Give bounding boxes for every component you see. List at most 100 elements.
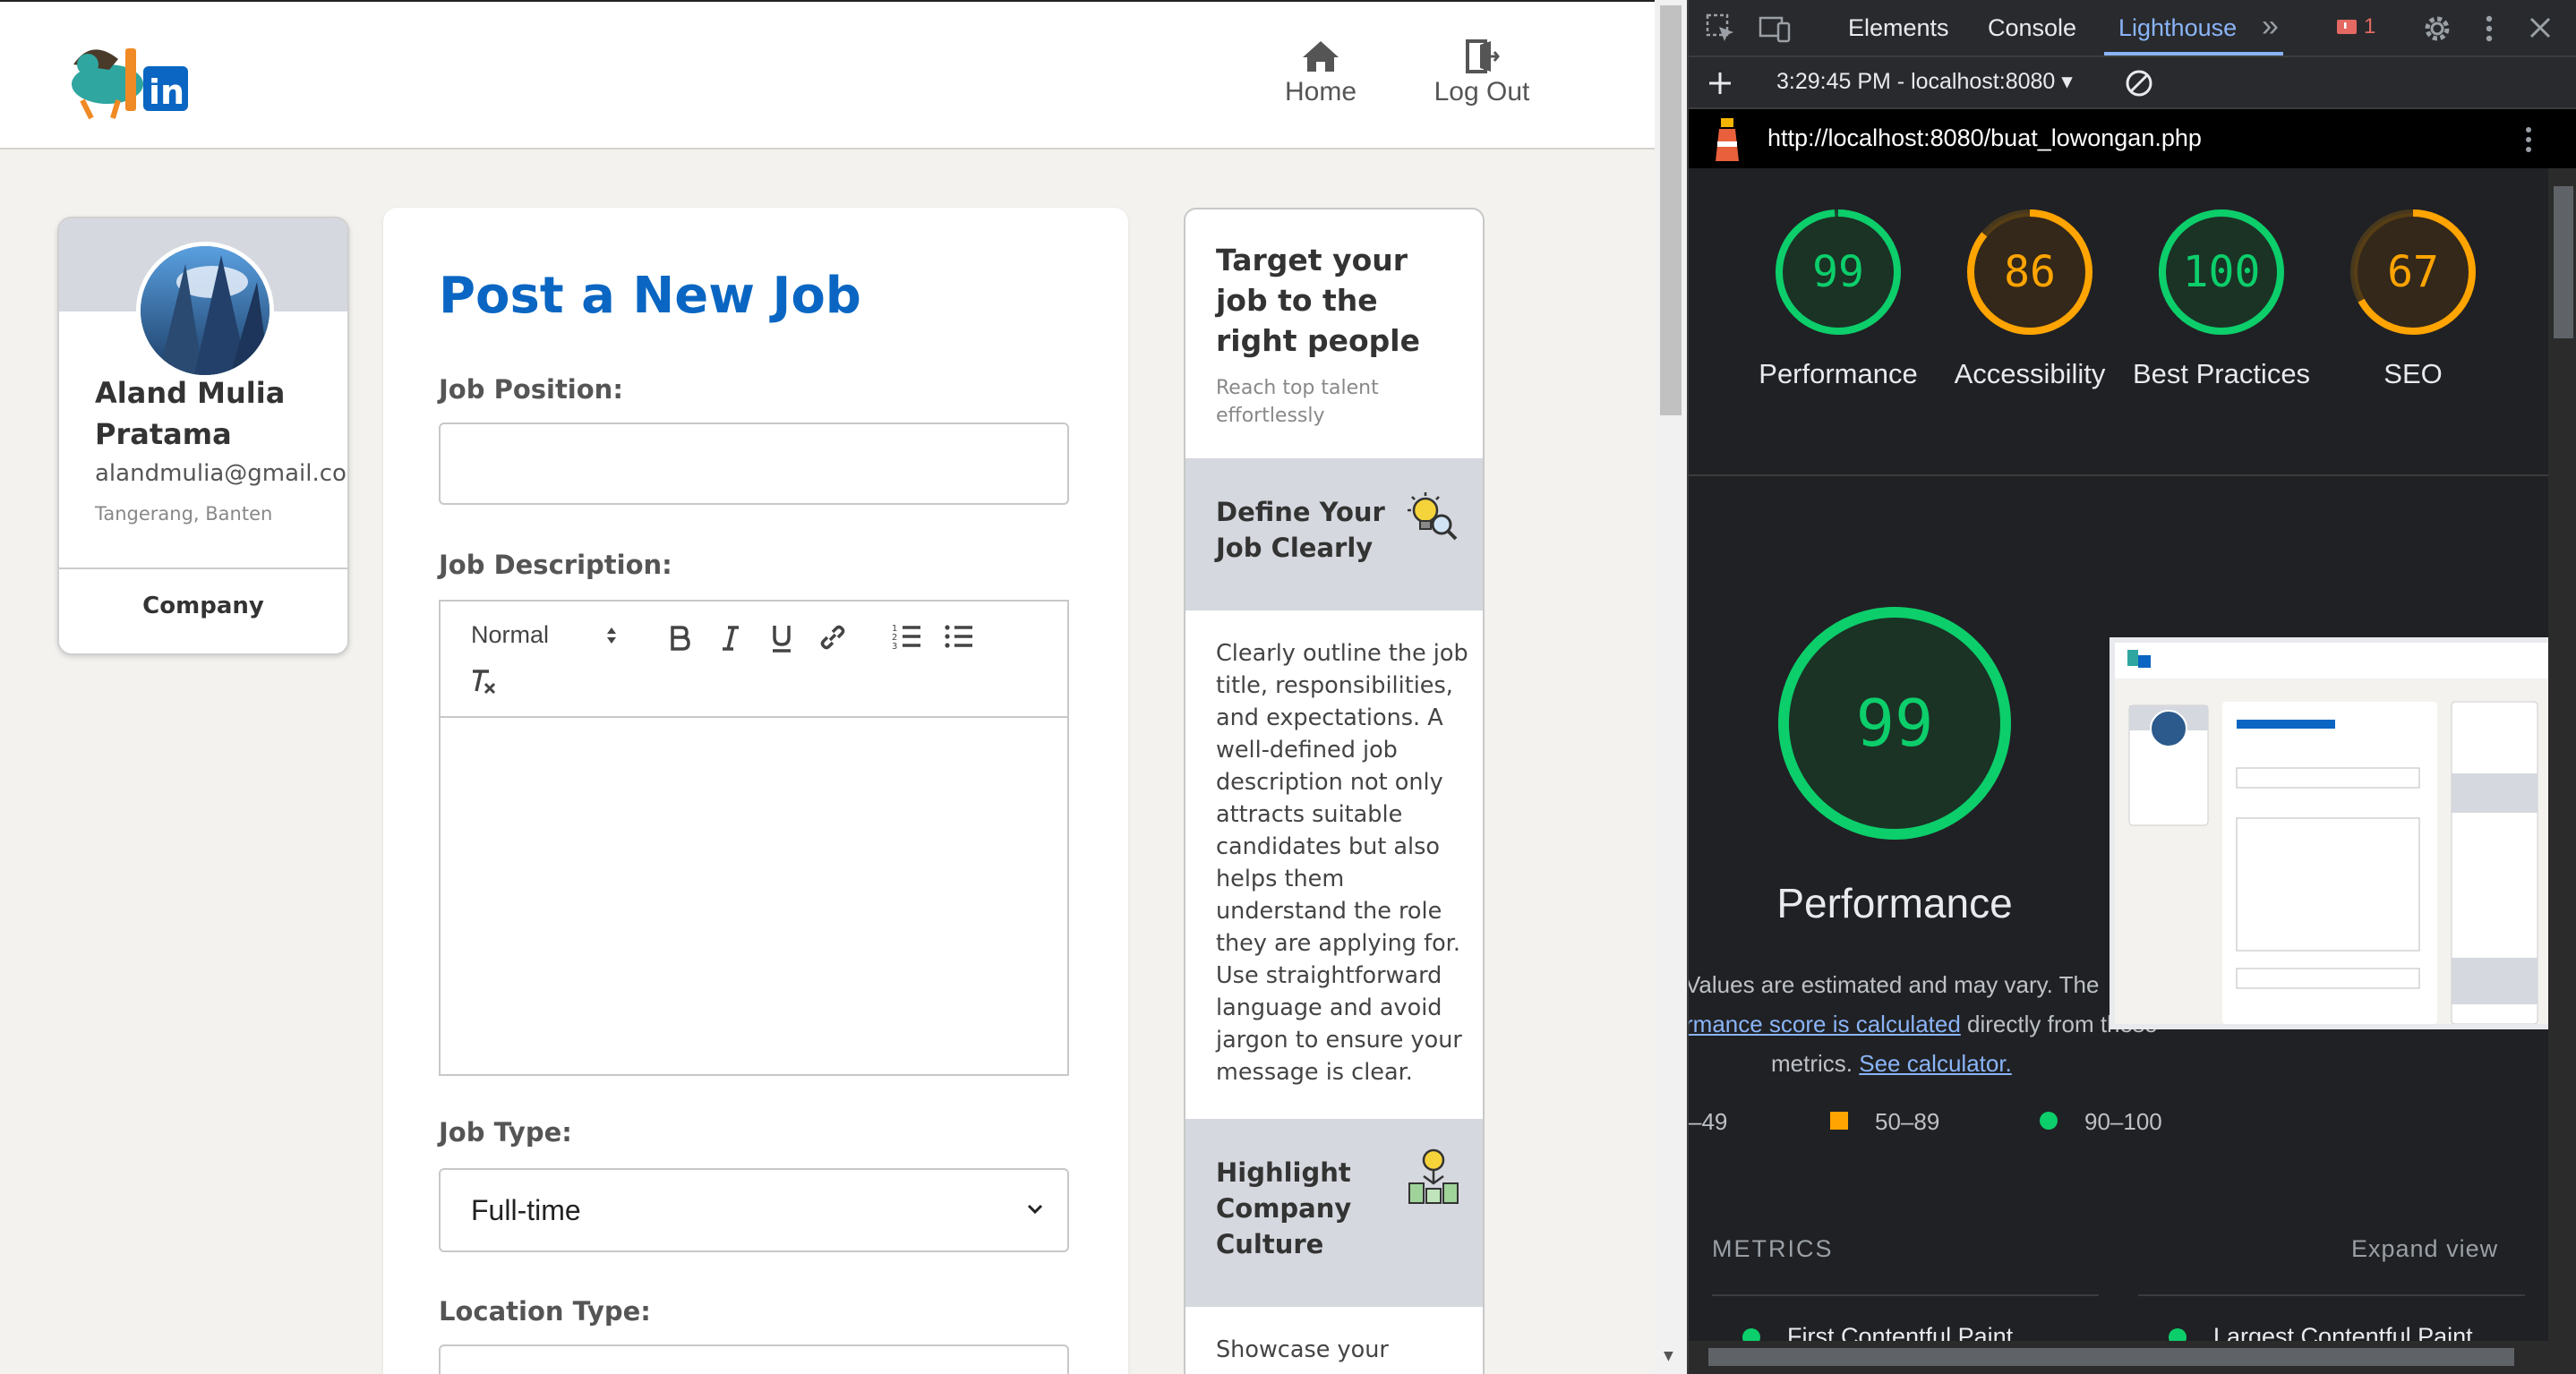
performance-gauge-large: 99 [1775,603,2015,843]
score-label: SEO [2383,358,2443,389]
post-job-form: Post a New Job Job Position: Job Descrip… [383,208,1128,1374]
lighthouse-toolbar: 3:29:45 PM - localhost:8080 ▾ [1689,57,2576,109]
profile-email: alandmulia@gmail.com [95,460,349,487]
inspect-element-icon[interactable] [1705,13,1737,45]
kebab-menu-icon[interactable] [2484,13,2495,45]
score-legend: –49 50–89 90–100 [1689,1108,2495,1144]
device-toggle-icon[interactable] [1759,13,1793,45]
logo-icon[interactable]: in [56,29,199,122]
tab-lighthouse[interactable]: Lighthouse [2118,14,2237,42]
performance-title: Performance [1776,880,2013,926]
avatar[interactable] [136,242,274,380]
divider [2138,1294,2525,1296]
more-tabs-icon[interactable]: » [2262,9,2279,44]
expand-view-button[interactable]: Expand view [2351,1235,2498,1263]
gauge-ring: 100 [2157,208,2286,337]
job-position-label: Job Position: [439,374,623,405]
legend-circle-icon [2040,1112,2058,1130]
home-label: Home [1284,77,1357,107]
metrics-heading: METRICS [1712,1235,1834,1262]
legend-low: –49 [1689,1108,1728,1135]
report-vertical-scrollbar[interactable] [2548,168,2576,1341]
bold-icon[interactable] [668,625,691,652]
profile-location: Tangerang, Banten [95,503,273,525]
home-nav-button[interactable]: Home [1254,34,1388,124]
job-description-editor[interactable] [439,716,1069,1076]
bullet-list-icon[interactable] [944,623,974,650]
issues-count[interactable]: 1 [2364,14,2375,39]
job-type-value: Full-time [471,1194,581,1226]
tip-heading: Define Your Job Clearly [1216,497,1385,563]
scrollbar-thumb[interactable] [1708,1348,2514,1366]
link-icon[interactable] [818,623,847,652]
logout-nav-button[interactable]: Log Out [1415,34,1549,124]
legend-high: 90–100 [2084,1108,2162,1135]
job-type-select[interactable]: Full-time [439,1168,1069,1252]
culture-icon [1408,1148,1459,1204]
legend-square-icon [1830,1112,1848,1130]
lighthouse-icon [1716,118,1739,161]
chevron-down-icon [1027,1204,1043,1215]
divider [59,568,347,569]
score-gauge[interactable]: 99 Performance [1742,208,1934,394]
gauge-ring: 67 [2349,208,2478,337]
gauge-ring: 99 [1774,208,1903,337]
italic-icon[interactable] [720,625,741,652]
job-position-input[interactable] [439,422,1069,505]
see-calculator-link[interactable]: See calculator. [1859,1050,2012,1077]
report-url: http://localhost:8080/buat_lowongan.php [1767,124,2202,151]
score-gauge[interactable]: 67 SEO [2317,208,2509,394]
web-page: in Home Log Out Aland Mulia Pratama alan… [0,0,1655,1374]
location-type-label: Location Type: [439,1296,651,1327]
kebab-menu-icon[interactable] [2523,125,2534,154]
scroll-down-icon[interactable]: ▼ [1664,1349,1673,1363]
editor-toolbar: Normal 123 [439,600,1069,718]
report-selector-value: 3:29:45 PM - localhost:8080 [1776,69,2056,94]
metric-largest-contentful-paint: Largest Contentful Paint [2213,1323,2473,1341]
devtools-tab-bar: Elements Console Lighthouse » 1 [1689,0,2576,57]
scrollbar-thumb[interactable] [2554,186,2573,338]
tips-card: Target your job to the right people Reac… [1184,208,1485,1374]
page-title: Post a New Job [439,267,861,325]
profile-name: Aland Mulia Pratama [95,376,286,451]
underline-icon[interactable] [770,623,793,653]
job-description-label: Job Description: [439,550,672,580]
heading-select[interactable]: Normal [471,621,616,649]
svg-text:in: in [149,73,184,112]
location-type-select[interactable] [439,1344,1069,1374]
tab-console[interactable]: Console [1988,14,2076,42]
tip-section-header: Define Your Job Clearly [1185,458,1483,610]
metric-status-dot [2169,1328,2187,1341]
scrollbar-thumb[interactable] [1660,5,1682,415]
clear-icon[interactable] [2124,68,2154,98]
score-label: Performance [1759,358,1918,389]
gauge-ring: 86 [1965,208,2094,337]
metric-first-contentful-paint: First Contentful Paint [1787,1323,2014,1341]
tip-body: Clearly outline the job title, responsib… [1216,640,1468,1086]
tips-title: Target your job to the right people [1216,243,1420,358]
performance-score-large: 99 [1855,686,1934,761]
lighthouse-report: 99 Performance 86 Accessibility 100 Best Prac… [1689,168,2548,1341]
close-icon[interactable] [2527,14,2554,41]
tab-elements[interactable]: Elements [1848,14,1949,42]
issues-flag-icon[interactable] [2337,20,2357,38]
score-gauge[interactable]: 86 Accessibility [1934,208,2126,394]
logout-icon [1466,39,1500,73]
settings-gear-icon[interactable] [2421,13,2453,45]
plus-icon[interactable] [1707,70,1733,97]
report-selector[interactable]: 3:29:45 PM - localhost:8080 ▾ [1776,68,2073,95]
clear-format-icon[interactable] [469,668,498,696]
legend-mid: 50–89 [1875,1108,1940,1135]
score-calculated-link[interactable]: rmance score is calculated [1689,1011,1961,1037]
ordered-list-icon[interactable]: 123 [892,623,922,650]
score-label: Accessibility [1954,358,2106,389]
score-gauge[interactable]: 100 Best Practices [2126,208,2317,394]
tip-section-header: Highlight Company Culture [1185,1119,1483,1307]
bulb-search-icon [1408,492,1458,541]
page-screenshot-thumbnail[interactable] [2110,637,2548,1029]
tips-subtitle: Reach top talent effortlessly [1216,377,1379,427]
company-link[interactable]: Company [59,584,347,628]
report-horizontal-scrollbar[interactable] [1689,1341,2576,1374]
active-tab-indicator [2104,52,2283,55]
page-scrollbar[interactable]: ▼ [1655,0,1687,1374]
